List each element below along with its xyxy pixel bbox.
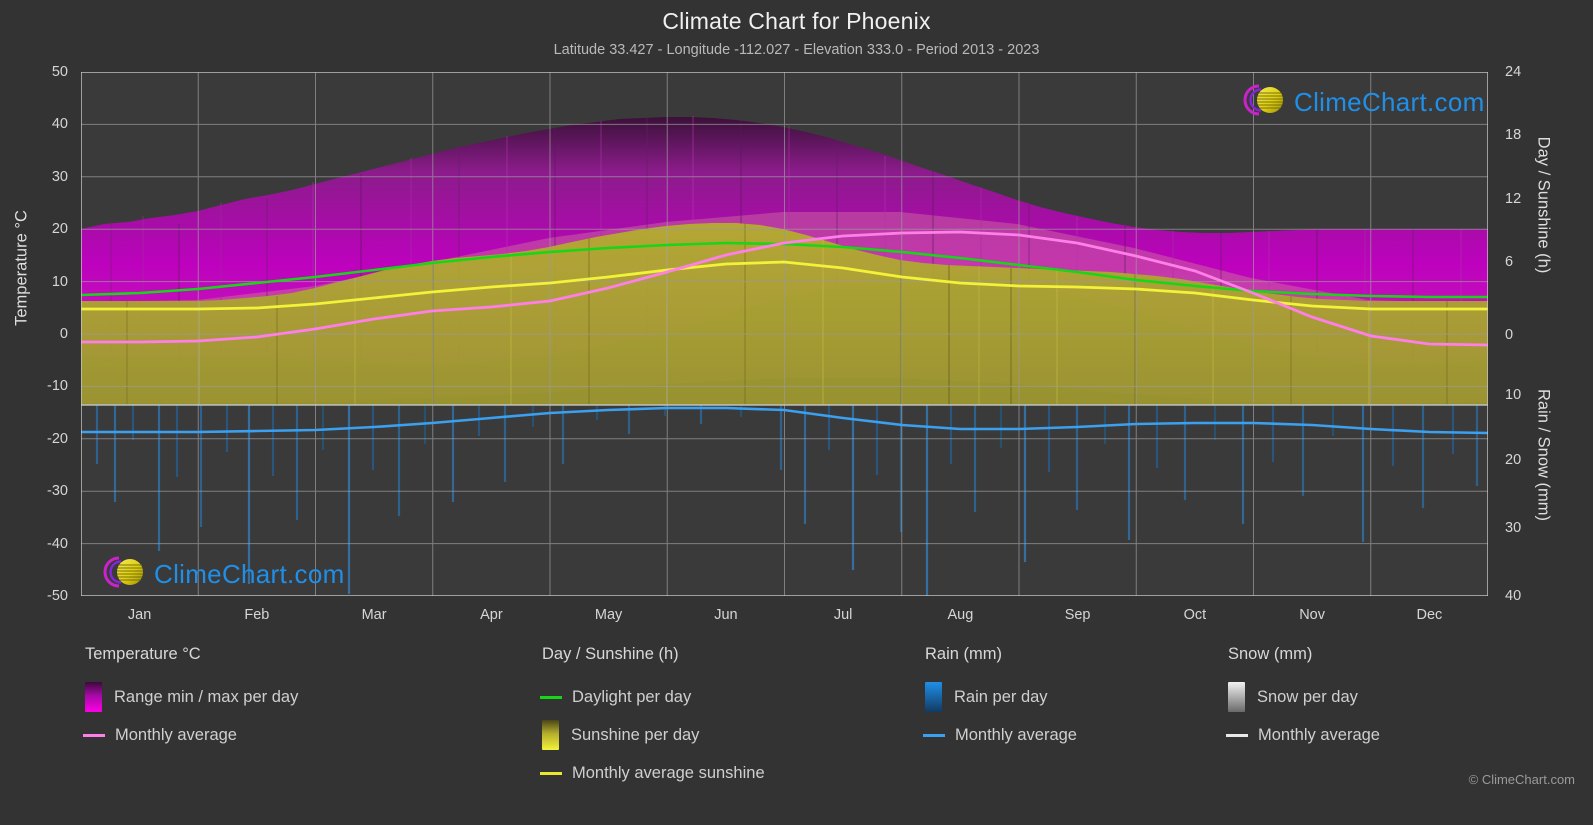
y-tick-left-10: -50 xyxy=(47,588,68,604)
legend-label-snow: Snow per day xyxy=(1257,687,1358,706)
legend-label-rain-avg: Monthly average xyxy=(955,725,1077,744)
legend-item-rain-avg[interactable]: Monthly average xyxy=(923,716,1077,754)
legend-label-snow-avg: Monthly average xyxy=(1258,725,1380,744)
rain-avg-line-swatch xyxy=(923,733,945,737)
climechart-logo-icon-2 xyxy=(92,552,152,597)
y-tick-right-top-1: 18 xyxy=(1505,127,1522,144)
x-tick-may: May xyxy=(594,607,623,623)
legend-heading-rain: Rain (mm) xyxy=(925,645,1002,663)
climechart-logo-icon xyxy=(1232,80,1292,125)
legend-label-temp-avg: Monthly average xyxy=(115,725,237,744)
y-tick-right-top-2: 12 xyxy=(1505,190,1522,207)
y-tick-right-bottom-3: 30 xyxy=(1505,520,1522,536)
watermark-logo-top: ClimeChart.com xyxy=(1232,80,1485,125)
y-axis-left-title: Temperature °C xyxy=(12,210,31,326)
page-title: Climate Chart for Phoenix xyxy=(662,8,931,34)
rain-swatch xyxy=(925,682,942,712)
climate-chart-page: Climate Chart for Phoenix Latitude 33.42… xyxy=(0,0,1593,825)
x-tick-sep: Sep xyxy=(1064,607,1091,623)
legend-item-rain[interactable]: Rain per day xyxy=(925,678,1077,716)
y-tick-right-top-3: 6 xyxy=(1505,253,1514,270)
watermark-text-2: ClimeChart.com xyxy=(154,559,345,589)
chart-legend: Temperature °C Range min / max per day M… xyxy=(0,645,1593,810)
y-axis-right-top-title: Day / Sunshine (h) xyxy=(1534,136,1553,274)
temp-avg-line-swatch xyxy=(83,733,105,737)
legend-item-sunshine[interactable]: Sunshine per day xyxy=(542,716,765,754)
legend-item-temp-avg[interactable]: Monthly average xyxy=(83,716,298,754)
x-tick-mar: Mar xyxy=(361,607,387,623)
legend-heading-temperature: Temperature °C xyxy=(85,645,201,663)
snow-avg-line-swatch xyxy=(1226,733,1248,737)
x-tick-jun: Jun xyxy=(714,607,738,623)
legend-label-daylight: Daylight per day xyxy=(572,687,692,706)
y-tick-left-3: 20 xyxy=(51,221,68,238)
y-tick-right-top-0: 24 xyxy=(1505,64,1522,80)
legend-column-daysunshine: Day / Sunshine (h) Daylight per day Suns… xyxy=(540,645,765,792)
legend-label-temp-range: Range min / max per day xyxy=(114,687,299,706)
x-tick-oct: Oct xyxy=(1183,607,1207,623)
watermark-logo-bottom: ClimeChart.com xyxy=(92,552,345,597)
y-tick-left-2: 30 xyxy=(51,168,68,185)
x-tick-aug: Aug xyxy=(947,607,974,623)
snow-swatch xyxy=(1228,682,1245,712)
y-tick-left-8: -30 xyxy=(47,483,68,500)
legend-item-daylight[interactable]: Daylight per day xyxy=(540,678,765,716)
watermark-text: ClimeChart.com xyxy=(1294,87,1485,117)
legend-item-snow-avg[interactable]: Monthly average xyxy=(1226,716,1380,754)
y-tick-left-9: -40 xyxy=(47,535,68,552)
sunshine-avg-line-swatch xyxy=(540,771,562,775)
x-tick-apr: Apr xyxy=(480,607,503,623)
legend-column-rain: Rain (mm) Rain per day Monthly average xyxy=(923,645,1077,754)
legend-column-temperature: Temperature °C Range min / max per day M… xyxy=(83,645,298,754)
y-tick-right-bottom-4: 40 xyxy=(1505,588,1522,604)
y-tick-right-top-4: 0 xyxy=(1505,327,1514,343)
daylight-line-swatch xyxy=(540,695,562,699)
legend-label-rain: Rain per day xyxy=(954,687,1048,706)
legend-label-sunshine-avg: Monthly average sunshine xyxy=(572,763,765,782)
legend-item-sunshine-avg[interactable]: Monthly average sunshine xyxy=(540,754,765,792)
y-tick-left-6: -10 xyxy=(47,378,68,395)
y-tick-left-0: 50 xyxy=(51,64,68,80)
legend-column-snow: Snow (mm) Snow per day Monthly average xyxy=(1226,645,1380,754)
y-tick-left-7: -20 xyxy=(47,430,68,447)
plot-area xyxy=(81,72,1488,596)
legend-item-temp-range[interactable]: Range min / max per day xyxy=(85,678,298,716)
x-tick-dec: Dec xyxy=(1416,607,1443,623)
y-tick-left-5: 0 xyxy=(59,326,68,342)
page-subtitle: Latitude 33.427 - Longitude -112.027 - E… xyxy=(553,42,1040,58)
x-tick-feb: Feb xyxy=(244,607,270,623)
legend-label-sunshine: Sunshine per day xyxy=(571,725,700,744)
legend-item-snow[interactable]: Snow per day xyxy=(1228,678,1380,716)
y-tick-left-1: 40 xyxy=(51,116,68,133)
footer-credit: © ClimeChart.com xyxy=(1468,772,1575,787)
y-tick-right-bottom-2: 20 xyxy=(1505,452,1522,468)
sunshine-swatch xyxy=(542,720,559,750)
y-tick-left-4: 10 xyxy=(51,273,68,290)
legend-heading-daysunshine: Day / Sunshine (h) xyxy=(542,645,679,663)
temp-range-swatch xyxy=(85,682,102,712)
legend-heading-snow: Snow (mm) xyxy=(1228,645,1313,663)
y-axis-right-bottom-title: Rain / Snow (mm) xyxy=(1534,388,1553,522)
x-tick-nov: Nov xyxy=(1299,607,1325,623)
climate-plot-svg xyxy=(81,72,1488,596)
x-tick-jul: Jul xyxy=(833,607,853,623)
y-tick-right-bottom-1: 10 xyxy=(1505,386,1522,403)
x-tick-jan: Jan xyxy=(127,607,152,623)
